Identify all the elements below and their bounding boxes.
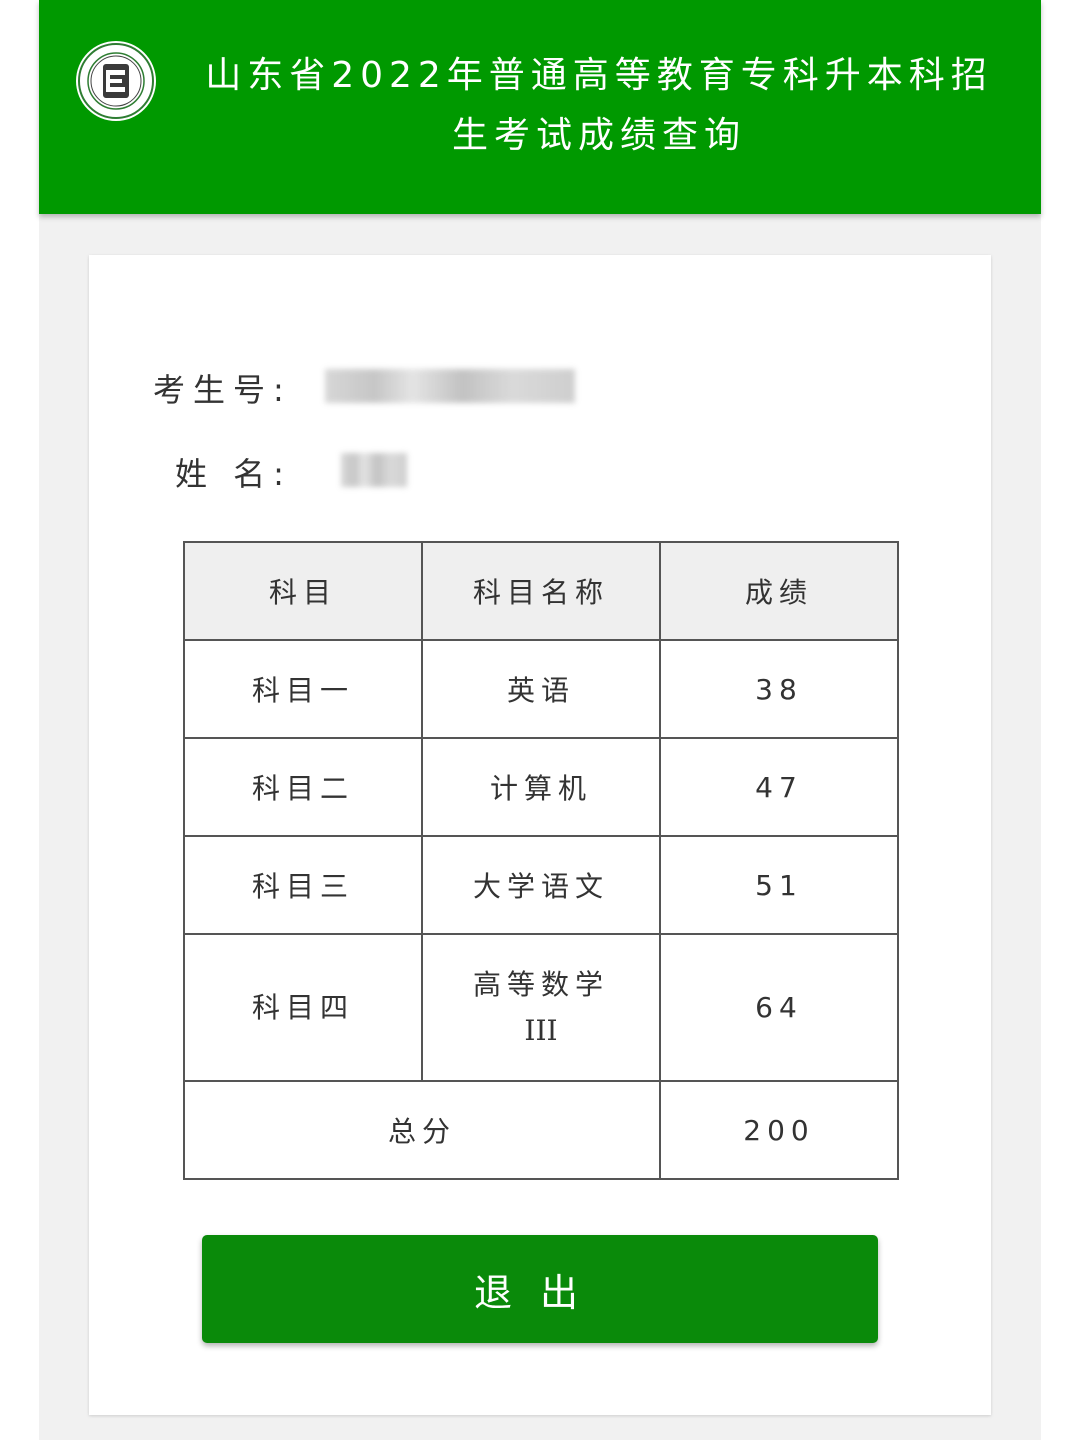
table-row: 科目四 高等数学 III 64 <box>183 933 899 1082</box>
page: 山东省2022年普通高等教育专科升本科招 生考试成绩查询 考生号: 姓 名: 科… <box>39 0 1041 1440</box>
subject-name-cell: 高等数学 III <box>421 933 661 1082</box>
table-header-row: 科目 科目名称 成绩 <box>183 541 899 641</box>
subject-cell: 科目二 <box>183 737 423 837</box>
page-title-line2: 生考试成绩查询 <box>451 115 746 156</box>
total-score-cell: 200 <box>659 1080 899 1180</box>
table-row: 科目一 英语 38 <box>183 639 899 739</box>
page-title: 山东省2022年普通高等教育专科升本科招 生考试成绩查询 <box>169 46 1029 166</box>
table-row: 科目三 大学语文 51 <box>183 835 899 935</box>
subject-cell: 科目一 <box>183 639 423 739</box>
subject-cell: 科目三 <box>183 835 423 935</box>
column-header-score: 成绩 <box>659 541 899 641</box>
subject-name-suffix: III <box>524 1013 558 1047</box>
candidate-name-value-redacted <box>341 453 407 487</box>
subject-name-cell: 英语 <box>421 639 661 739</box>
column-header-subject-name: 科目名称 <box>421 541 661 641</box>
score-table: 科目 科目名称 成绩 科目一 英语 38 科目二 计算机 47 科目三 大学语文… <box>183 541 899 1180</box>
total-row: 总分 200 <box>183 1080 899 1180</box>
candidate-name-label: 姓 名: <box>175 455 292 493</box>
subject-name-cell: 计算机 <box>421 737 661 837</box>
candidate-id-value-redacted <box>325 369 575 403</box>
page-header: 山东省2022年普通高等教育专科升本科招 生考试成绩查询 <box>39 0 1041 214</box>
subject-cell: 科目四 <box>183 933 423 1082</box>
total-label-cell: 总分 <box>183 1080 661 1180</box>
score-card: 考生号: 姓 名: 科目 科目名称 成绩 科目一 英语 38 科目二 计算机 4… <box>89 255 991 1415</box>
table-row: 科目二 计算机 47 <box>183 737 899 837</box>
score-cell: 47 <box>659 737 899 837</box>
exam-institute-logo-icon <box>76 41 156 121</box>
candidate-id-label: 考生号: <box>153 371 292 409</box>
subject-name-cell: 大学语文 <box>421 835 661 935</box>
column-header-subject: 科目 <box>183 541 423 641</box>
page-title-line1: 山东省2022年普通高等教育专科升本科招 <box>205 55 993 96</box>
score-cell: 38 <box>659 639 899 739</box>
score-cell: 64 <box>659 933 899 1082</box>
score-cell: 51 <box>659 835 899 935</box>
subject-name-text: 高等数学 <box>472 967 609 1001</box>
logout-button[interactable]: 退出 <box>202 1235 878 1343</box>
